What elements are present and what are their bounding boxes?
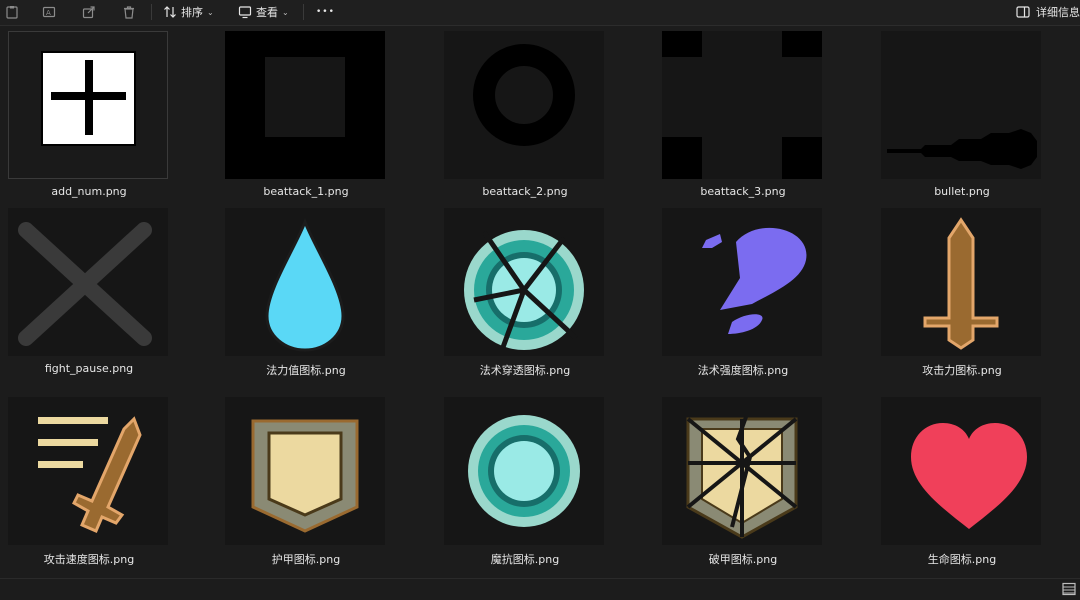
view-button[interactable]: 查看 ⌄ <box>238 2 289 22</box>
x-image <box>18 222 152 346</box>
command-bar: A 排序 ⌄ 查看 ⌄ ••• 详细信息 <box>0 0 1080 26</box>
rename-icon[interactable]: A <box>40 3 58 21</box>
file-tile[interactable]: 破甲图标.png <box>654 397 872 579</box>
file-tile[interactable]: add_num.png <box>0 31 218 220</box>
file-name: 法术强度图标.png <box>697 364 789 377</box>
broken-shield-circle-image <box>464 230 584 351</box>
file-tile[interactable]: 攻击速度图标.png <box>0 397 218 579</box>
sword-image <box>923 217 999 350</box>
file-name: bullet.png <box>934 185 990 198</box>
thumbnail <box>8 208 168 356</box>
thumbnail <box>8 31 168 179</box>
chevron-down-icon: ⌄ <box>282 7 289 17</box>
purple-blob-image <box>702 227 807 334</box>
thumbnail <box>444 397 604 545</box>
file-name: beattack_3.png <box>700 185 786 198</box>
thumbnail <box>662 208 822 356</box>
sort-label: 排序 <box>181 6 203 19</box>
ring-image <box>473 44 575 146</box>
details-pane-button[interactable]: 详细信息 <box>1016 2 1080 22</box>
status-bar <box>0 578 1080 596</box>
armor-shield-image <box>251 419 359 533</box>
chevron-down-icon: ⌄ <box>207 7 214 17</box>
paste-icon[interactable] <box>3 3 21 21</box>
thumbnail <box>225 208 385 356</box>
file-tile[interactable]: 护甲图标.png <box>217 397 435 579</box>
thumbnail <box>881 208 1041 356</box>
fast-sword-image <box>38 416 142 533</box>
details-view-icon[interactable] <box>1062 581 1076 596</box>
svg-text:A: A <box>46 9 51 17</box>
file-tile[interactable]: 法力值图标.png <box>217 208 435 397</box>
thumbnail <box>225 31 385 179</box>
file-tile[interactable]: 法术穿透图标.png <box>436 208 654 397</box>
file-tile[interactable]: beattack_2.png <box>436 31 654 220</box>
thumbnail <box>881 31 1041 179</box>
file-name: 护甲图标.png <box>271 553 341 566</box>
share-icon[interactable] <box>80 3 98 21</box>
file-tile[interactable]: beattack_3.png <box>654 31 872 220</box>
file-name: 法术穿透图标.png <box>479 364 571 377</box>
thumbnail <box>444 31 604 179</box>
file-tile[interactable]: 生命图标.png <box>873 397 1080 579</box>
file-name: 法力值图标.png <box>266 364 346 377</box>
file-tile[interactable]: beattack_1.png <box>217 31 435 220</box>
thumbnail <box>662 397 822 545</box>
file-name: 攻击速度图标.png <box>43 553 135 566</box>
broken-armor-image <box>686 416 798 539</box>
file-tile[interactable]: fight_pause.png <box>0 208 218 397</box>
details-pane-icon <box>1016 6 1030 18</box>
file-name: add_num.png <box>51 185 127 198</box>
more-options-button[interactable]: ••• <box>316 2 335 22</box>
thumbnail <box>444 208 604 356</box>
file-name: 破甲图标.png <box>708 553 778 566</box>
thumbnail <box>225 397 385 545</box>
thumbnail <box>8 397 168 545</box>
toolbar-divider <box>303 4 304 20</box>
square-frame-image <box>225 31 385 179</box>
drop-image <box>265 217 345 352</box>
file-name: beattack_2.png <box>482 185 568 198</box>
file-tile[interactable]: bullet.png <box>873 31 1080 220</box>
file-name: 生命图标.png <box>927 553 997 566</box>
corner-squares-image <box>662 31 822 179</box>
sort-button[interactable]: 排序 ⌄ <box>163 2 214 22</box>
file-name: beattack_1.png <box>263 185 349 198</box>
bullet-image <box>887 129 1037 169</box>
details-label: 详细信息 <box>1036 6 1080 19</box>
delete-icon[interactable] <box>120 3 138 21</box>
file-name: fight_pause.png <box>44 362 134 375</box>
monitor-icon <box>238 6 252 19</box>
toolbar-divider <box>151 4 152 20</box>
sort-icon <box>164 6 176 18</box>
file-name: 魔抗图标.png <box>490 553 560 566</box>
file-grid: add_num.png beattack_1.png beattack_2.pn… <box>0 31 1080 579</box>
file-name: 攻击力图标.png <box>922 364 1002 377</box>
view-label: 查看 <box>256 6 278 19</box>
magic-resist-circle-image <box>468 415 580 527</box>
file-tile[interactable]: 攻击力图标.png <box>873 208 1080 397</box>
thumbnail <box>881 397 1041 545</box>
thumbnail <box>662 31 822 179</box>
file-tile[interactable]: 魔抗图标.png <box>436 397 654 579</box>
heart-image <box>911 423 1027 529</box>
file-tile[interactable]: 法术强度图标.png <box>654 208 872 397</box>
add-plus-image <box>41 51 136 146</box>
